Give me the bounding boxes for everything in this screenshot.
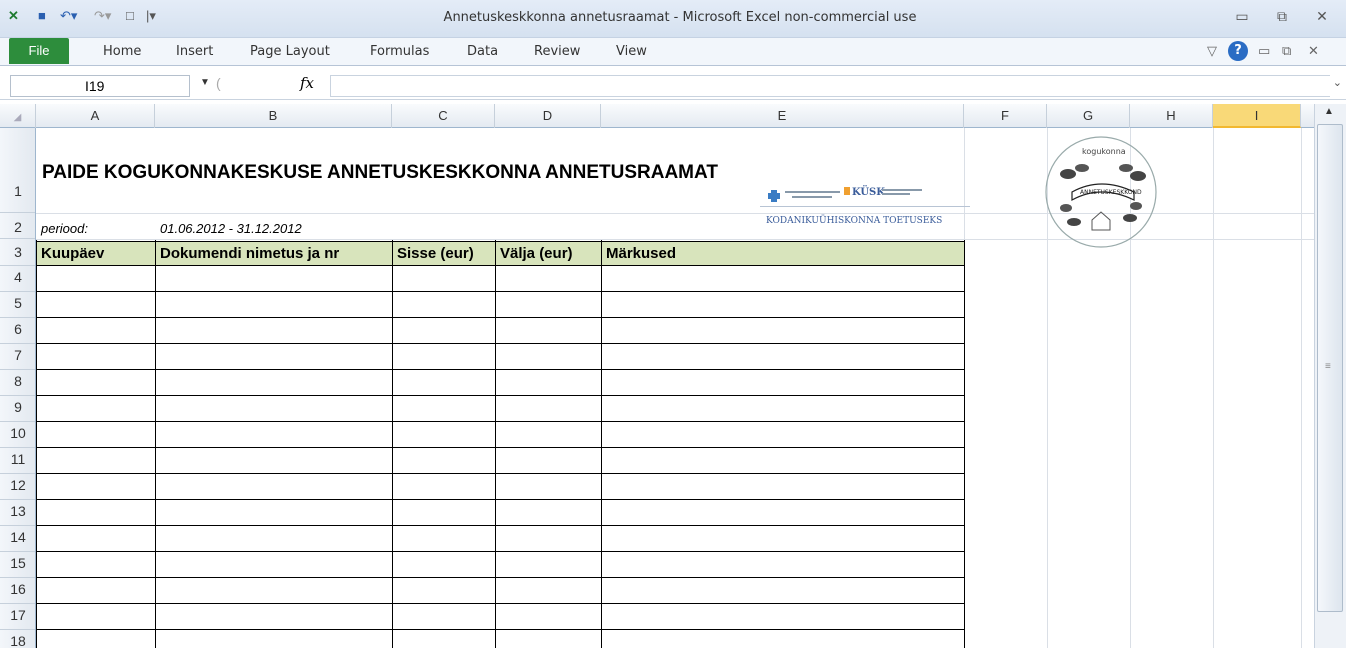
row-header[interactable]: 4 (0, 266, 35, 292)
column-header-a[interactable]: A (36, 104, 155, 128)
expand-formula-bar-icon[interactable]: ⌄ (1333, 76, 1342, 89)
scroll-thumb[interactable]: ≡ (1317, 124, 1343, 612)
tab-data[interactable]: Data (467, 44, 498, 59)
table-row[interactable] (36, 266, 964, 292)
tab-file[interactable]: File (9, 38, 69, 64)
row-header[interactable]: 5 (0, 292, 35, 318)
table-row[interactable] (36, 318, 964, 344)
column-header-g[interactable]: G (1047, 104, 1130, 128)
column-header-f[interactable]: F (964, 104, 1047, 128)
svg-text:kogukonna: kogukonna (1082, 147, 1126, 156)
table-row[interactable] (36, 396, 964, 422)
scroll-up-icon[interactable]: ▲ (1324, 106, 1334, 117)
row-header[interactable]: 15 (0, 552, 35, 578)
header-valja: Välja (eur) (495, 241, 602, 266)
column-header-i[interactable]: I (1213, 104, 1301, 128)
period-label: periood: (41, 221, 88, 236)
restore-icon[interactable]: ⧉ (1272, 8, 1292, 25)
row-header[interactable]: 10 (0, 422, 35, 448)
insert-function-icon[interactable]: fx (300, 74, 314, 92)
vertical-scrollbar[interactable]: ▲ ≡ (1314, 104, 1346, 648)
help-icon[interactable]: ? (1228, 41, 1248, 61)
column-header-h[interactable]: H (1130, 104, 1213, 128)
table-row[interactable] (36, 552, 964, 578)
table-row[interactable] (36, 500, 964, 526)
annetuskeskkond-logo: kogukonna ANNETUSKESKKOND (1036, 134, 1166, 250)
formula-input[interactable] (330, 75, 1330, 97)
row-header[interactable]: 8 (0, 370, 35, 396)
row-header[interactable]: 1 (0, 128, 35, 213)
select-all-button[interactable]: ◢ (0, 104, 36, 128)
column-header-e[interactable]: E (601, 104, 964, 128)
row-header[interactable]: 12 (0, 474, 35, 500)
ribbon-tabs: File Home Insert Page Layout Formulas Da… (0, 38, 1346, 66)
table-row[interactable] (36, 370, 964, 396)
table-row[interactable] (36, 292, 964, 318)
save-icon[interactable]: ■ (38, 8, 46, 23)
row-header[interactable]: 7 (0, 344, 35, 370)
table-row[interactable] (36, 604, 964, 630)
row-header[interactable]: 6 (0, 318, 35, 344)
excel-logo-icon: ✕ (8, 8, 19, 23)
tab-page-layout[interactable]: Page Layout (250, 44, 330, 59)
ribbon-collapse-icon[interactable]: ▽ (1207, 44, 1217, 59)
formula-bar: I19 ▼ ( fx ⌄ (0, 72, 1346, 100)
row-header[interactable]: 3 (0, 239, 35, 266)
row-header[interactable]: 17 (0, 604, 35, 630)
column-headers: ◢ A B C D E F G H I (0, 104, 1346, 128)
svg-text:KÜSK: KÜSK (852, 185, 885, 198)
row-header[interactable]: 16 (0, 578, 35, 604)
chevron-down-icon[interactable]: ▼ (200, 77, 210, 88)
close-icon[interactable]: ✕ (1312, 8, 1332, 25)
table-row[interactable] (36, 578, 964, 604)
minimize-icon[interactable]: ▭ (1232, 8, 1252, 25)
new-document-icon[interactable]: □ (126, 8, 134, 23)
tab-home[interactable]: Home (103, 44, 141, 59)
table-row[interactable] (36, 474, 964, 500)
tab-view[interactable]: View (616, 44, 647, 59)
window-title: Annetuskeskkonna annetusraamat - Microso… (443, 10, 917, 25)
svg-text:ANNETUSKESKKOND: ANNETUSKESKKOND (1080, 189, 1142, 196)
table-row[interactable] (36, 344, 964, 370)
row-header[interactable]: 11 (0, 448, 35, 474)
name-box[interactable]: I19 (10, 75, 190, 97)
grip-icon: ≡ (1325, 361, 1331, 372)
svg-text:KODANIKUÜHISKONNA TOETUSEKS: KODANIKUÜHISKONNA TOETUSEKS (766, 214, 942, 226)
row-header[interactable]: 9 (0, 396, 35, 422)
column-header-b[interactable]: B (155, 104, 392, 128)
header-sisse: Sisse (eur) (392, 241, 496, 266)
workbook-restore-icon[interactable]: ⧉ (1282, 44, 1291, 59)
table-row[interactable] (36, 526, 964, 552)
table-row[interactable] (36, 448, 964, 474)
period-value: 01.06.2012 - 31.12.2012 (160, 221, 302, 236)
customize-quick-access-icon[interactable]: |▾ (146, 8, 156, 24)
column-header-d[interactable]: D (495, 104, 601, 128)
workbook-minimize-icon[interactable]: ▭ (1258, 44, 1270, 59)
formula-bar-divider-icon: ( (216, 75, 221, 91)
column-header-c[interactable]: C (392, 104, 495, 128)
title-bar: ✕ ■ ↶▾ ↷▾ □ |▾ Annetuskeskkonna annetusr… (0, 0, 1346, 38)
sheet-title: PAIDE KOGUKONNAKESKUSE ANNETUSKESKKONNA … (42, 162, 718, 183)
undo-icon[interactable]: ↶▾ (60, 8, 77, 24)
table-row[interactable] (36, 422, 964, 448)
row-headers: 1 2 3 4 5 6 7 8 9 10 11 12 13 14 15 16 1… (0, 128, 36, 648)
row-header[interactable]: 13 (0, 500, 35, 526)
tab-formulas[interactable]: Formulas (370, 44, 429, 59)
tab-insert[interactable]: Insert (176, 44, 213, 59)
workbook-close-icon[interactable]: ✕ (1308, 44, 1319, 59)
header-markused: Märkused (601, 241, 965, 266)
kysk-logo: KÜSK KODANIKUÜHISKONNA TOETUSEKS (760, 184, 980, 234)
tab-review[interactable]: Review (534, 44, 580, 59)
redo-icon[interactable]: ↷▾ (94, 8, 111, 24)
worksheet-grid[interactable]: PAIDE KOGUKONNAKESKUSE ANNETUSKESKKONNA … (36, 128, 1314, 648)
header-kuupaev: Kuupäev (36, 241, 156, 266)
row-header[interactable]: 2 (0, 213, 35, 239)
header-dokument: Dokumendi nimetus ja nr (155, 241, 393, 266)
row-header[interactable]: 18 (0, 630, 35, 648)
row-header[interactable]: 14 (0, 526, 35, 552)
